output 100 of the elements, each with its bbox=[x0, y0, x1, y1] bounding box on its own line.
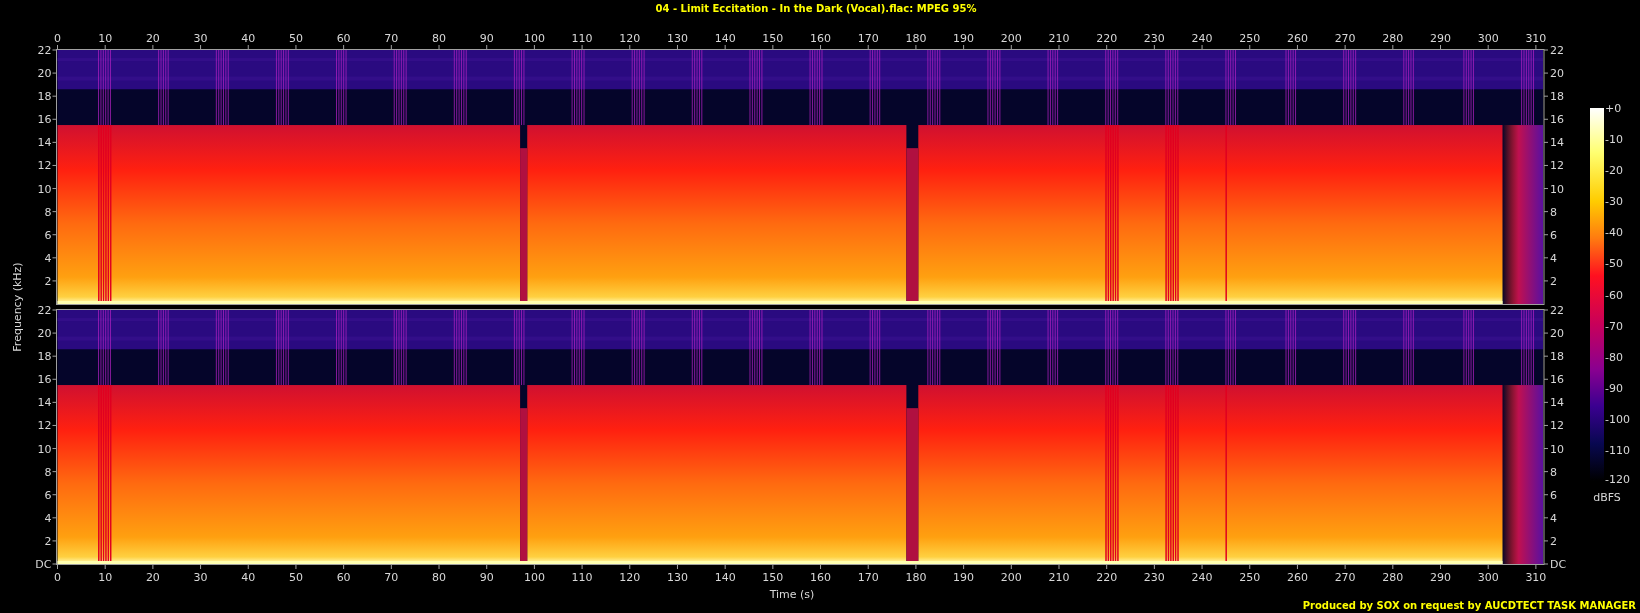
time-tick-label: 200 bbox=[1000, 571, 1022, 584]
time-tick-label: 70 bbox=[384, 32, 399, 45]
time-tick-label: 70 bbox=[384, 571, 399, 584]
frequency-tick-label: 18 bbox=[1550, 350, 1564, 364]
time-tick-label: 180 bbox=[905, 571, 927, 584]
time-tick-label: 270 bbox=[1334, 32, 1356, 45]
time-tick-label: 190 bbox=[953, 571, 975, 584]
colorbar-unit: dBFS bbox=[1593, 491, 1621, 504]
time-tick-label: 50 bbox=[288, 571, 303, 584]
time-tick-label: 100 bbox=[523, 32, 545, 45]
frequency-tick-label: 16 bbox=[37, 373, 52, 387]
frequency-tick-label: 8 bbox=[1550, 465, 1557, 479]
time-tick-label: 140 bbox=[714, 571, 736, 584]
time-tick-label: 260 bbox=[1286, 571, 1308, 584]
time-tick-label: 0 bbox=[54, 32, 61, 45]
frequency-tick-label: 22 bbox=[37, 304, 52, 317]
frequency-axis-label: Frequency (kHz) bbox=[11, 262, 24, 352]
time-tick-label: 230 bbox=[1143, 32, 1165, 45]
time-tick-label: 30 bbox=[193, 571, 208, 584]
time-tick-label: 40 bbox=[241, 32, 256, 45]
frequency-tick-label: 18 bbox=[1550, 90, 1564, 104]
frequency-tick-label: 2 bbox=[1550, 274, 1557, 288]
time-tick-label: 110 bbox=[571, 571, 593, 584]
frequency-tick-label: 2 bbox=[44, 274, 52, 288]
colorbar-label: -60 bbox=[1605, 288, 1623, 302]
frequency-tick-label: 12 bbox=[1550, 159, 1564, 173]
time-tick-label: 210 bbox=[1048, 571, 1070, 584]
time-tick-label: 290 bbox=[1430, 571, 1451, 584]
time-axis-label: Time (s) bbox=[769, 588, 815, 601]
time-tick-label: 230 bbox=[1143, 571, 1165, 584]
colorbar-label: -90 bbox=[1605, 381, 1623, 395]
time-tick-label: 80 bbox=[432, 32, 446, 45]
frequency-tick-label: 16 bbox=[1550, 113, 1564, 127]
colorbar-label: -70 bbox=[1605, 319, 1623, 333]
time-tick-label: 60 bbox=[336, 32, 351, 45]
frequency-tick-label: 20 bbox=[37, 67, 52, 81]
frequency-tick-label: 22 bbox=[37, 44, 52, 57]
footer-credit: Produced by SOX on request by AUCDTECT TASK MANAGER bbox=[1302, 600, 1636, 611]
frequency-tick-label: 4 bbox=[1550, 251, 1557, 265]
time-tick-label: 250 bbox=[1239, 571, 1261, 584]
frequency-tick-label: 22 bbox=[1550, 44, 1564, 57]
frequency-tick-label: 16 bbox=[1550, 373, 1564, 387]
time-tick-label: 310 bbox=[1525, 32, 1547, 45]
colorbar-label: +0 bbox=[1605, 102, 1622, 115]
frequency-tick-label: 4 bbox=[44, 251, 52, 265]
time-tick-label: 310 bbox=[1525, 571, 1547, 584]
frequency-tick-label: 6 bbox=[44, 488, 52, 502]
time-tick-label: 160 bbox=[810, 32, 832, 45]
colorbar-label: -120 bbox=[1605, 473, 1630, 486]
frequency-tick-label: DC bbox=[1550, 558, 1567, 571]
frequency-tick-label: 6 bbox=[1550, 228, 1557, 242]
frequency-tick-label: 8 bbox=[44, 465, 52, 479]
time-tick-label: 290 bbox=[1430, 32, 1451, 45]
frequency-tick-label: 8 bbox=[44, 205, 52, 219]
time-tick-label: 220 bbox=[1096, 571, 1118, 584]
frequency-tick-label: DC bbox=[35, 558, 52, 571]
time-tick-label: 130 bbox=[666, 571, 688, 584]
time-tick-label: 170 bbox=[857, 32, 879, 45]
frequency-tick-label: 4 bbox=[44, 511, 52, 525]
frequency-tick-label: 6 bbox=[1550, 488, 1557, 502]
frequency-tick-label: 18 bbox=[37, 90, 52, 104]
frequency-tick-label: 14 bbox=[37, 136, 52, 150]
colorbar-label: -30 bbox=[1605, 195, 1623, 209]
time-tick-label: 20 bbox=[145, 571, 160, 584]
time-tick-label: 80 bbox=[432, 571, 446, 584]
frequency-tick-label: 12 bbox=[37, 159, 52, 173]
frequency-tick-label: 2 bbox=[1550, 534, 1557, 548]
colorbar-label: -110 bbox=[1605, 443, 1630, 457]
time-tick-label: 160 bbox=[810, 571, 832, 584]
frequency-tick-label: 14 bbox=[37, 396, 52, 410]
colorbar-label: -80 bbox=[1605, 350, 1623, 364]
frequency-tick-label: 10 bbox=[1550, 442, 1564, 456]
time-tick-label: 120 bbox=[619, 32, 641, 45]
time-tick-label: 100 bbox=[523, 571, 545, 584]
frequency-tick-label: 14 bbox=[1550, 136, 1564, 150]
colorbar-label: -20 bbox=[1605, 164, 1623, 178]
frequency-tick-label: 20 bbox=[1550, 327, 1564, 341]
time-tick-label: 180 bbox=[905, 32, 927, 45]
frequency-tick-label: 10 bbox=[37, 442, 52, 456]
time-tick-label: 250 bbox=[1239, 32, 1261, 45]
frequency-tick-label: 22 bbox=[1550, 304, 1564, 317]
time-tick-label: 40 bbox=[241, 571, 256, 584]
colorbar-label: -50 bbox=[1605, 257, 1623, 271]
time-tick-label: 140 bbox=[714, 32, 736, 45]
time-tick-label: 280 bbox=[1382, 32, 1404, 45]
chart-title: 04 - Limit Eccitation - In the Dark (Vocal).flac: MPEG 95% bbox=[655, 3, 977, 14]
time-tick-label: 270 bbox=[1334, 571, 1356, 584]
frequency-tick-label: 8 bbox=[1550, 205, 1557, 219]
time-tick-label: 110 bbox=[571, 32, 593, 45]
time-tick-label: 150 bbox=[762, 571, 784, 584]
time-tick-label: 150 bbox=[762, 32, 784, 45]
time-tick-label: 280 bbox=[1382, 571, 1404, 584]
frequency-tick-label: 2 bbox=[44, 534, 52, 548]
time-tick-label: 240 bbox=[1191, 571, 1213, 584]
frequency-tick-label: 18 bbox=[37, 350, 52, 364]
time-tick-label: 10 bbox=[98, 571, 113, 584]
time-tick-label: 190 bbox=[953, 32, 975, 45]
colorbar-label: -100 bbox=[1605, 412, 1630, 426]
frequency-tick-label: 14 bbox=[1550, 396, 1564, 410]
time-tick-label: 10 bbox=[98, 32, 113, 45]
